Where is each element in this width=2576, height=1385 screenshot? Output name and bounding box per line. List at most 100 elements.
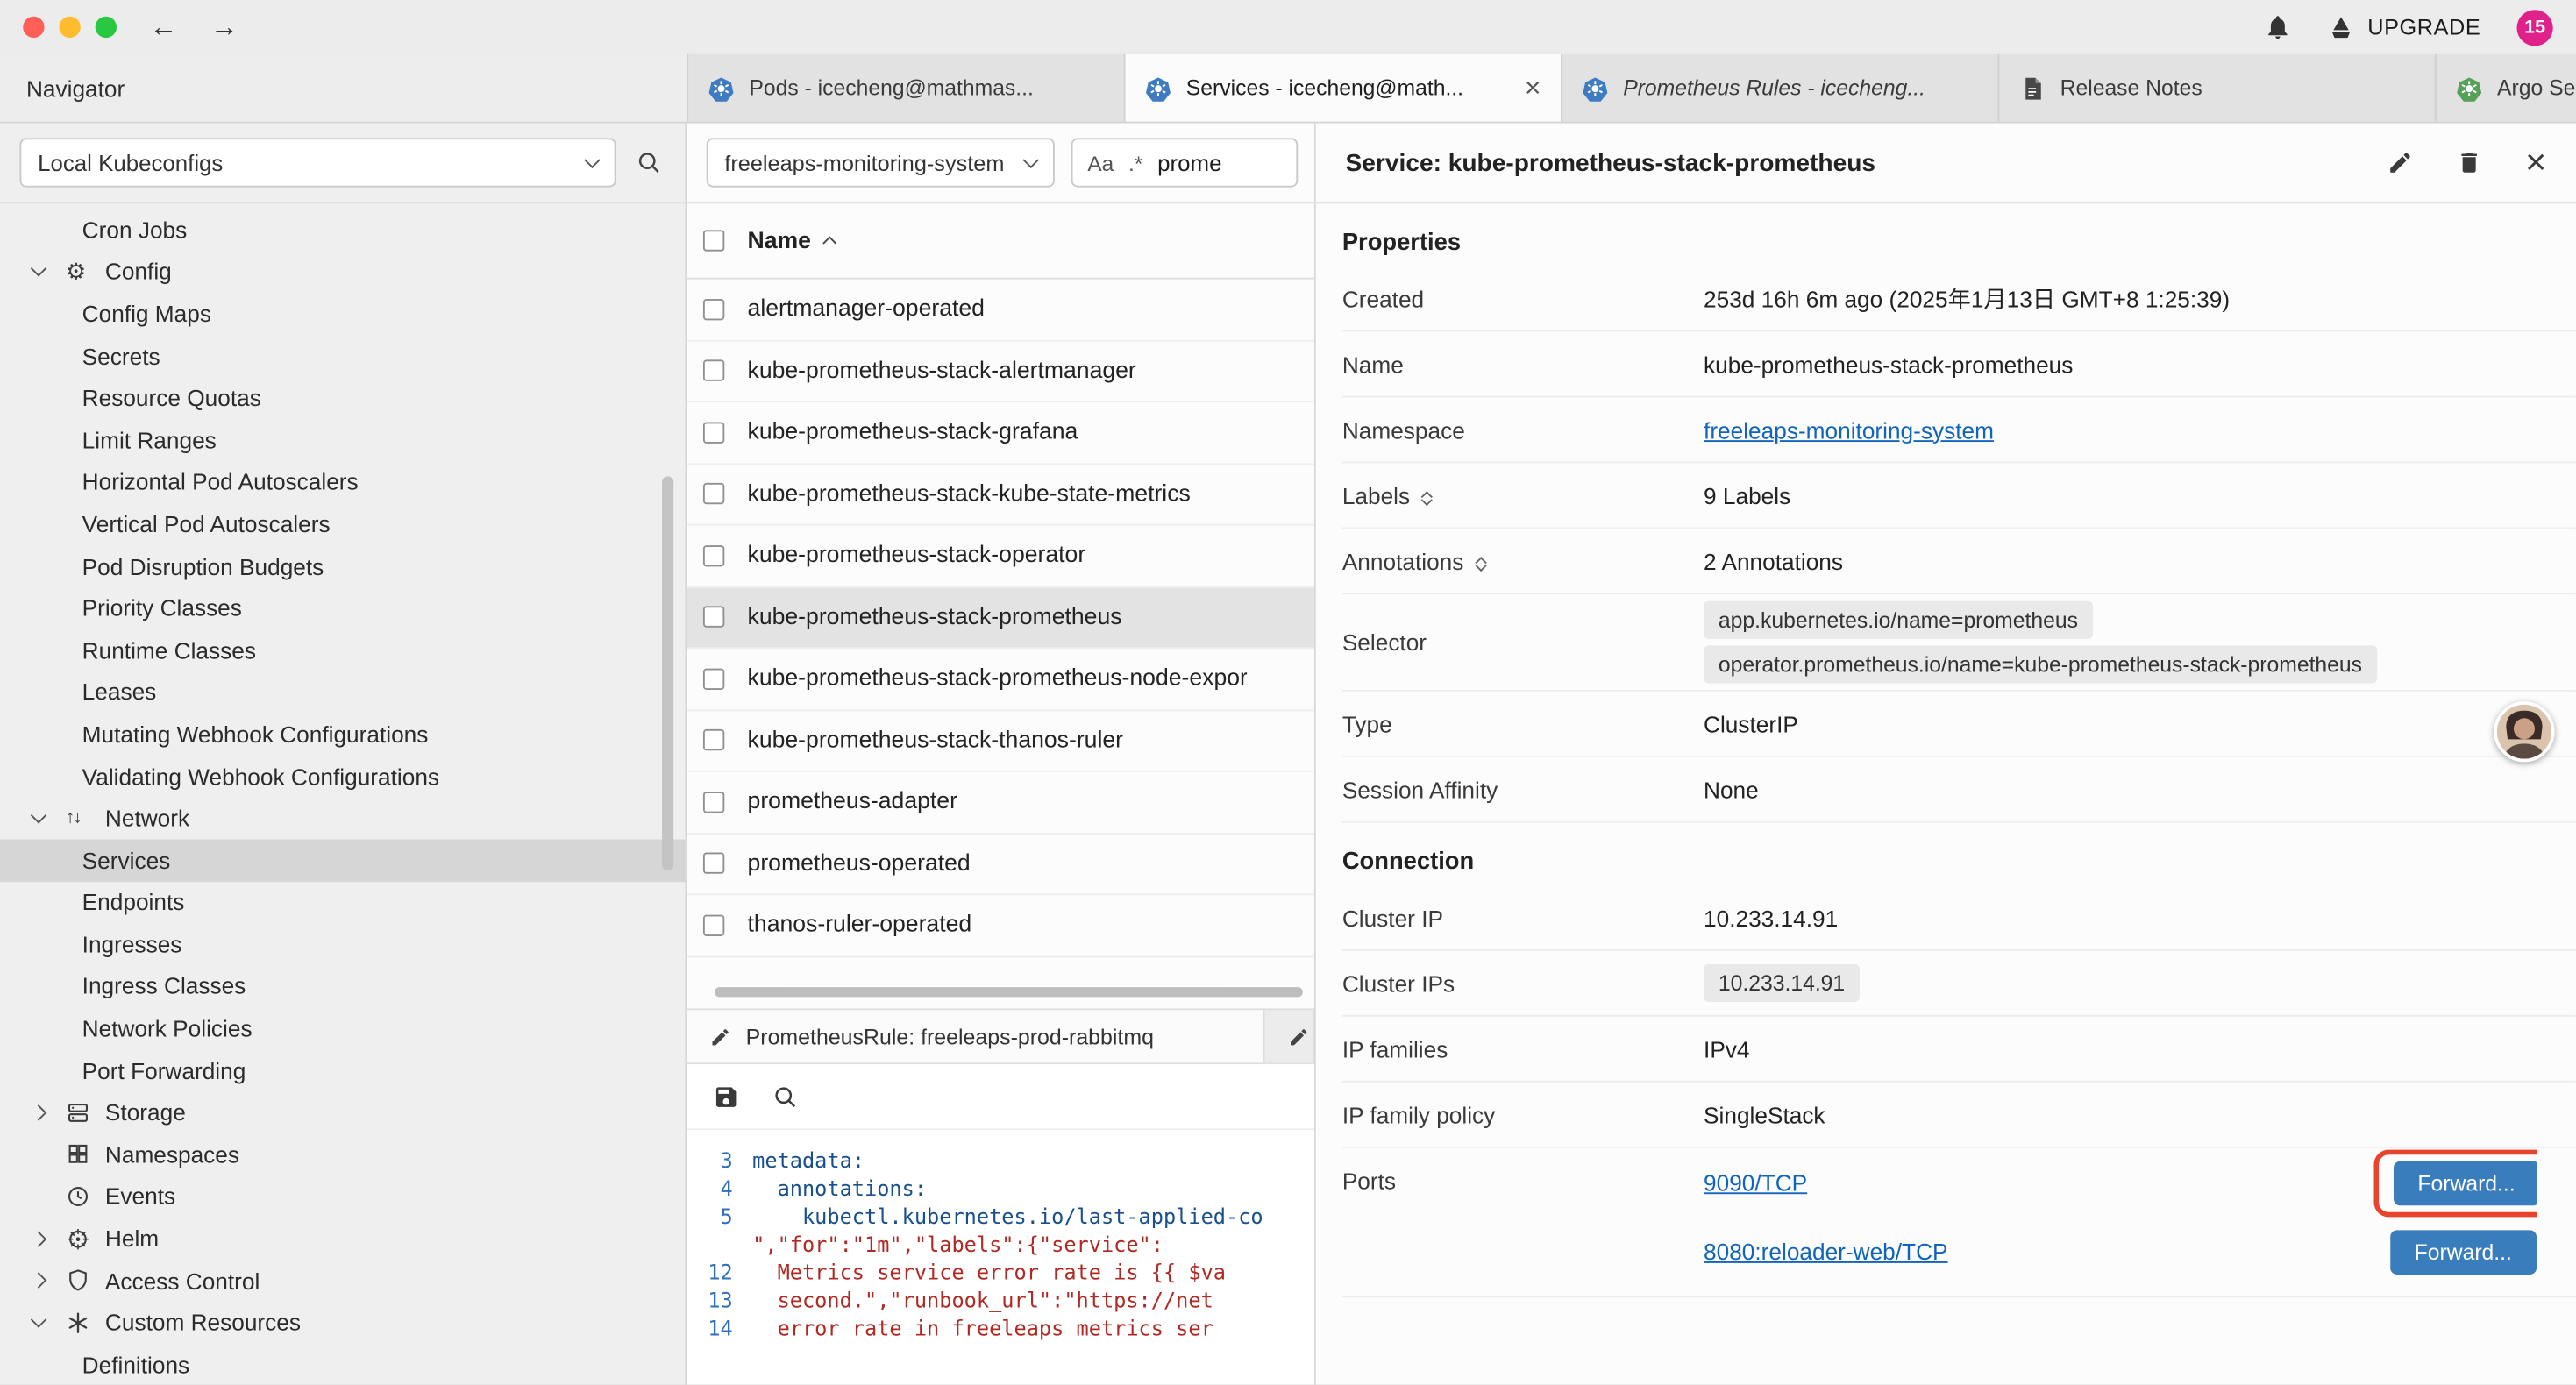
table-horizontal-scrollbar[interactable] <box>715 987 1303 997</box>
dock-tab-prometheusrule[interactable]: PrometheusRule: freeleaps-prod-rabbitmq <box>687 1010 1265 1062</box>
table-row-alertmanager-operated[interactable]: alertmanager-operated <box>687 280 1314 341</box>
sidebar-item-port-forwarding[interactable]: Port Forwarding <box>0 1049 685 1091</box>
row-checkbox[interactable] <box>703 853 724 874</box>
edit-resource-icon[interactable] <box>2387 150 2414 176</box>
table-row-kube-prometheus-stack-alertmanager[interactable]: kube-prometheus-stack-alertmanager <box>687 341 1314 402</box>
expand-collapse-icon[interactable] <box>1423 487 1431 504</box>
sidebar-item-ingresses[interactable]: Ingresses <box>0 923 685 965</box>
row-checkbox[interactable] <box>703 422 724 443</box>
forward-button[interactable]: Forward... <box>2393 1161 2537 1205</box>
chevron-right-icon[interactable] <box>31 1273 47 1289</box>
yaml-editor[interactable]: 3metadata:4 annotations:5 kubectl.kubern… <box>687 1130 1314 1384</box>
select-all-checkbox[interactable] <box>703 230 724 251</box>
delete-resource-icon[interactable] <box>2456 150 2482 176</box>
sidebar-item-cron-jobs[interactable]: Cron Jobs <box>0 209 685 251</box>
sidebar-item-namespaces[interactable]: Namespaces <box>0 1133 685 1175</box>
table-row-kube-prometheus-stack-grafana[interactable]: kube-prometheus-stack-grafana <box>687 402 1314 464</box>
port-link-9090-tcp[interactable]: 9090/TCP <box>1704 1169 1807 1196</box>
tab-argo-se[interactable]: Argo Se <box>2435 54 2576 122</box>
detail-row-cluster-ips: Cluster IPs10.233.14.91 <box>1342 951 2576 1017</box>
notification-count-badge[interactable]: 15 <box>2517 9 2553 45</box>
sidebar-item-config[interactable]: ⚙Config <box>0 251 685 293</box>
close-window-button[interactable] <box>23 17 44 38</box>
sidebar-item-helm[interactable]: Helm <box>0 1218 685 1260</box>
sidebar-item-access-control[interactable]: Access Control <box>0 1260 685 1302</box>
sidebar-item-priority-classes[interactable]: Priority Classes <box>0 587 685 629</box>
sort-asc-icon[interactable] <box>822 236 836 250</box>
sidebar-item-secrets[interactable]: Secrets <box>0 335 685 377</box>
minimize-window-button[interactable] <box>59 17 80 38</box>
upgrade-button[interactable]: UPGRADE <box>2328 14 2480 40</box>
table-row-thanos-ruler-operated[interactable]: thanos-ruler-operated <box>687 895 1314 956</box>
table-row-kube-prometheus-stack-thanos-ruler[interactable]: kube-prometheus-stack-thanos-ruler <box>687 710 1314 771</box>
row-checkbox[interactable] <box>703 914 724 935</box>
namespace-selector[interactable]: freeleaps-monitoring-system <box>707 138 1055 187</box>
back-button[interactable] <box>150 13 178 41</box>
tab-pods-icecheng-mathmas[interactable]: Pods - icecheng@mathmas... <box>687 54 1123 122</box>
user-avatar[interactable] <box>2494 701 2554 762</box>
notifications-bell-icon[interactable] <box>2264 13 2292 41</box>
tab-release-notes[interactable]: Release Notes <box>1997 54 2434 122</box>
link-freeleaps-monitoring-system[interactable]: freeleaps-monitoring-system <box>1704 416 1994 443</box>
sidebar-search-icon[interactable] <box>636 150 662 176</box>
kubeconfig-selector[interactable]: Local Kubeconfigs <box>19 138 616 187</box>
zoom-window-button[interactable] <box>96 17 117 38</box>
sidebar-item-endpoints[interactable]: Endpoints <box>0 881 685 923</box>
regex-toggle[interactable]: .* <box>1128 150 1142 174</box>
section-heading-connection: Connection <box>1342 849 2576 876</box>
chevron-right-icon[interactable] <box>31 1104 47 1121</box>
table-row-kube-prometheus-stack-prometheus[interactable]: kube-prometheus-stack-prometheus <box>687 587 1314 649</box>
forward-button[interactable] <box>210 13 238 41</box>
sidebar-item-network[interactable]: ↑↓Network <box>0 797 685 839</box>
close-details-icon[interactable] <box>2525 145 2546 181</box>
editor-search-icon[interactable] <box>772 1083 799 1110</box>
table-row-prometheus-operated[interactable]: prometheus-operated <box>687 834 1314 895</box>
row-checkbox[interactable] <box>703 299 724 320</box>
dock-tab-next[interactable] <box>1265 1010 1314 1062</box>
chevron-down-icon[interactable] <box>31 261 47 278</box>
table-row-kube-prometheus-stack-operator[interactable]: kube-prometheus-stack-operator <box>687 526 1314 587</box>
sidebar-item-ingress-classes[interactable]: Ingress Classes <box>0 965 685 1007</box>
port-link-8080-reloader-web-tcp[interactable]: 8080:reloader-web/TCP <box>1704 1239 1948 1265</box>
sidebar-item-custom-resources[interactable]: Custom Resources <box>0 1302 685 1344</box>
row-checkbox[interactable] <box>703 792 724 813</box>
forward-button[interactable]: Forward... <box>2390 1229 2537 1274</box>
sidebar-item-definitions[interactable]: Definitions <box>0 1344 685 1385</box>
sidebar-item-validating-webhook-configurations[interactable]: Validating Webhook Configurations <box>0 755 685 797</box>
sidebar-item-pod-disruption-budgets[interactable]: Pod Disruption Budgets <box>0 545 685 587</box>
row-checkbox[interactable] <box>703 483 724 504</box>
tab-services-icecheng-math[interactable]: Services - icecheng@math... <box>1124 54 1561 122</box>
column-header-name[interactable]: Name <box>748 228 811 254</box>
match-case-toggle[interactable]: Aa <box>1087 150 1114 174</box>
sidebar-item-resource-quotas[interactable]: Resource Quotas <box>0 377 685 419</box>
sidebar-item-horizontal-pod-autoscalers[interactable]: Horizontal Pod Autoscalers <box>0 461 685 503</box>
table-row-kube-prometheus-stack-kube-state-metrics[interactable]: kube-prometheus-stack-kube-state-metrics <box>687 464 1314 525</box>
row-checkbox[interactable] <box>703 545 724 566</box>
sidebar-item-services[interactable]: Services <box>0 839 685 881</box>
sidebar-item-vertical-pod-autoscalers[interactable]: Vertical Pod Autoscalers <box>0 503 685 545</box>
sidebar-item-network-policies[interactable]: Network Policies <box>0 1007 685 1049</box>
sidebar-item-storage[interactable]: Storage <box>0 1091 685 1133</box>
sidebar-item-mutating-webhook-configurations[interactable]: Mutating Webhook Configurations <box>0 713 685 755</box>
table-row-prometheus-adapter[interactable]: prometheus-adapter <box>687 772 1314 834</box>
list-search-input[interactable]: Aa .* prome <box>1071 138 1299 187</box>
sidebar-item-config-maps[interactable]: Config Maps <box>0 293 685 335</box>
row-checkbox[interactable] <box>703 360 724 381</box>
chevron-down-icon[interactable] <box>31 1312 47 1329</box>
save-icon[interactable] <box>713 1083 739 1110</box>
chevron-down-icon[interactable] <box>31 807 47 824</box>
expand-collapse-icon[interactable] <box>1477 553 1484 570</box>
sidebar-scrollbar[interactable] <box>662 476 673 870</box>
sidebar-item-limit-ranges[interactable]: Limit Ranges <box>0 419 685 461</box>
close-tab-icon[interactable] <box>1525 74 1541 102</box>
tab-prometheus-rules-icecheng[interactable]: Prometheus Rules - icecheng... <box>1561 54 1997 122</box>
sidebar-item-events[interactable]: Events <box>0 1175 685 1218</box>
chevron-right-icon[interactable] <box>31 1231 47 1247</box>
table-row-kube-prometheus-stack-prometheus-node-expor[interactable]: kube-prometheus-stack-prometheus-node-ex… <box>687 649 1314 710</box>
row-checkbox[interactable] <box>703 729 724 750</box>
sidebar-item-label: Pod Disruption Budgets <box>82 553 324 579</box>
sidebar-item-leases[interactable]: Leases <box>0 671 685 713</box>
sidebar-item-runtime-classes[interactable]: Runtime Classes <box>0 629 685 671</box>
row-checkbox[interactable] <box>703 668 724 689</box>
row-checkbox[interactable] <box>703 607 724 628</box>
